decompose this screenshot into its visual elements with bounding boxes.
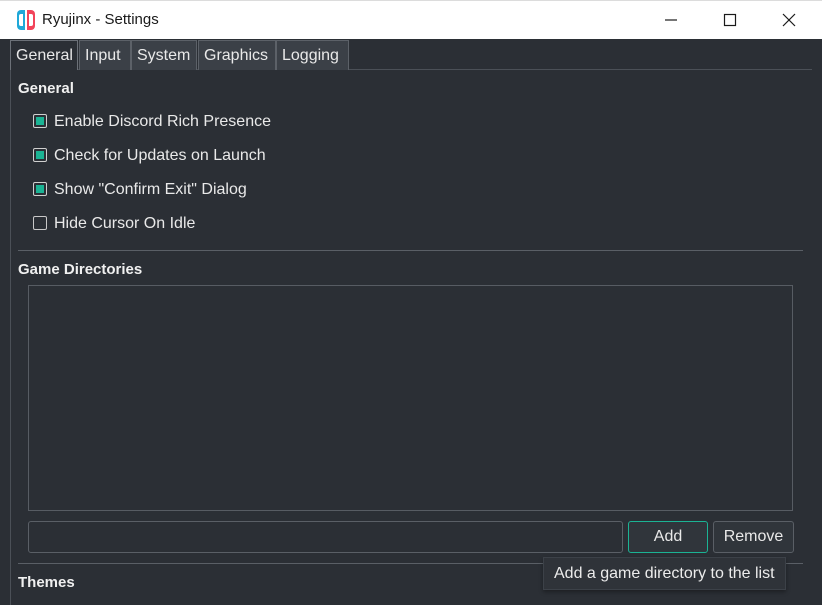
confirm-exit-label: Show "Confirm Exit" Dialog (54, 181, 247, 198)
check-updates-label: Check for Updates on Launch (54, 147, 266, 164)
close-button[interactable] (760, 1, 818, 39)
tab-input[interactable]: Input (79, 40, 131, 70)
maximize-button[interactable] (701, 1, 759, 39)
add-directory-button[interactable]: Add (628, 521, 708, 553)
minimize-button[interactable] (642, 1, 700, 39)
themes-section-header: Themes (18, 574, 75, 591)
tab-system[interactable]: System (131, 40, 197, 70)
section-divider (18, 250, 803, 251)
remove-directory-button[interactable]: Remove (713, 521, 794, 553)
title-bar[interactable]: Ryujinx - Settings (0, 0, 822, 39)
tab-logging[interactable]: Logging (276, 40, 349, 70)
general-section-header: General (18, 80, 74, 97)
hide-cursor-label: Hide Cursor On Idle (54, 215, 196, 232)
discord-rich-presence-label: Enable Discord Rich Presence (54, 113, 271, 130)
hide-cursor-checkbox[interactable] (33, 216, 47, 230)
game-directory-path-input[interactable] (28, 521, 623, 553)
settings-window: Ryujinx - Settings General Input System … (0, 0, 822, 605)
window-title: Ryujinx - Settings (42, 11, 159, 28)
confirm-exit-checkbox[interactable] (33, 182, 47, 196)
game-directories-list[interactable] (28, 285, 793, 511)
discord-rich-presence-checkbox[interactable] (33, 114, 47, 128)
ryujinx-logo-icon (17, 10, 35, 30)
game-directories-header: Game Directories (18, 261, 143, 278)
close-icon (782, 13, 796, 27)
tab-graphics[interactable]: Graphics (198, 40, 276, 70)
check-updates-checkbox[interactable] (33, 148, 47, 162)
tab-general[interactable]: General (10, 40, 78, 70)
maximize-icon (723, 13, 737, 27)
minimize-icon (665, 19, 677, 21)
add-directory-tooltip: Add a game directory to the list (543, 557, 786, 590)
